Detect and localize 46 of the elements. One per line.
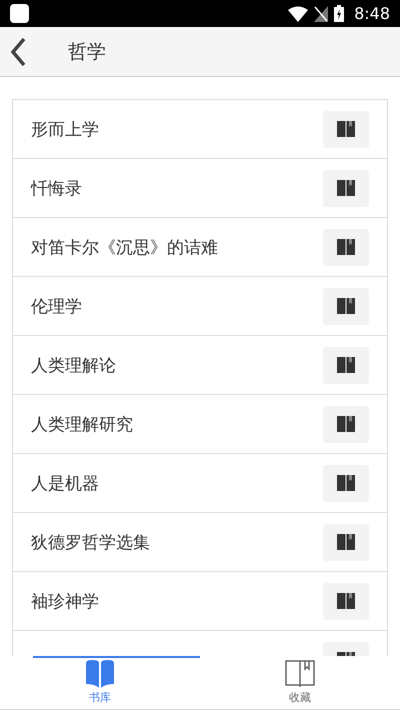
read-button[interactable] xyxy=(323,406,369,442)
book-title: 形而上学 xyxy=(31,118,100,140)
read-button[interactable] xyxy=(323,582,369,620)
book-row[interactable]: 袖珍神学 xyxy=(13,572,387,631)
app-icon xyxy=(10,4,29,23)
page-title: 哲学 xyxy=(68,40,106,64)
book-icon xyxy=(337,180,355,196)
book-row[interactable]: 人类理解论 xyxy=(13,336,387,395)
status-time: 8:48 xyxy=(354,4,390,23)
book-title: 人是机器 xyxy=(31,472,100,494)
read-button[interactable] xyxy=(323,170,369,206)
tab[interactable]: 书库 xyxy=(0,656,200,709)
read-button[interactable] xyxy=(323,228,369,266)
book-row[interactable]: 伦理学 xyxy=(13,277,387,336)
read-button[interactable] xyxy=(323,288,369,324)
book-row[interactable]: 形而上学 xyxy=(13,100,387,159)
tab[interactable]: 收藏 xyxy=(200,656,400,709)
read-button[interactable] xyxy=(323,346,369,384)
book-title: 袖珍神学 xyxy=(31,590,100,612)
book-icon xyxy=(337,357,355,373)
book-row[interactable]: 狄德罗哲学选集 xyxy=(13,513,387,572)
signal-icon xyxy=(314,6,328,22)
book-title: 狄德罗哲学选集 xyxy=(31,532,151,554)
book-title: 忏悔录 xyxy=(31,178,83,200)
book-icon xyxy=(337,475,355,491)
book-title: 对笛卡尔《沉思》的诘难 xyxy=(31,236,219,258)
book-row[interactable]: 人类理解研究 xyxy=(13,395,387,454)
book-row[interactable]: 忏悔录 xyxy=(13,159,387,218)
wifi-icon xyxy=(288,6,308,22)
book-title: 人类理解研究 xyxy=(31,414,134,436)
book-icon xyxy=(337,239,355,255)
bookmark-book-icon xyxy=(285,660,315,688)
book-icon xyxy=(337,298,355,314)
book-title: 伦理学 xyxy=(31,296,83,318)
book-row[interactable]: 对笛卡尔《沉思》的诘难 xyxy=(13,218,387,277)
battery-icon xyxy=(334,5,344,22)
read-button[interactable] xyxy=(323,110,369,148)
book-icon xyxy=(337,593,355,609)
book-icon xyxy=(337,416,355,432)
open-book-icon xyxy=(85,660,115,688)
book-title: 人类理解论 xyxy=(31,354,117,376)
read-button[interactable] xyxy=(323,464,369,502)
read-button[interactable] xyxy=(323,524,369,560)
book-icon xyxy=(337,121,355,137)
book-row[interactable]: 人是机器 xyxy=(13,454,387,513)
book-icon xyxy=(337,534,355,550)
